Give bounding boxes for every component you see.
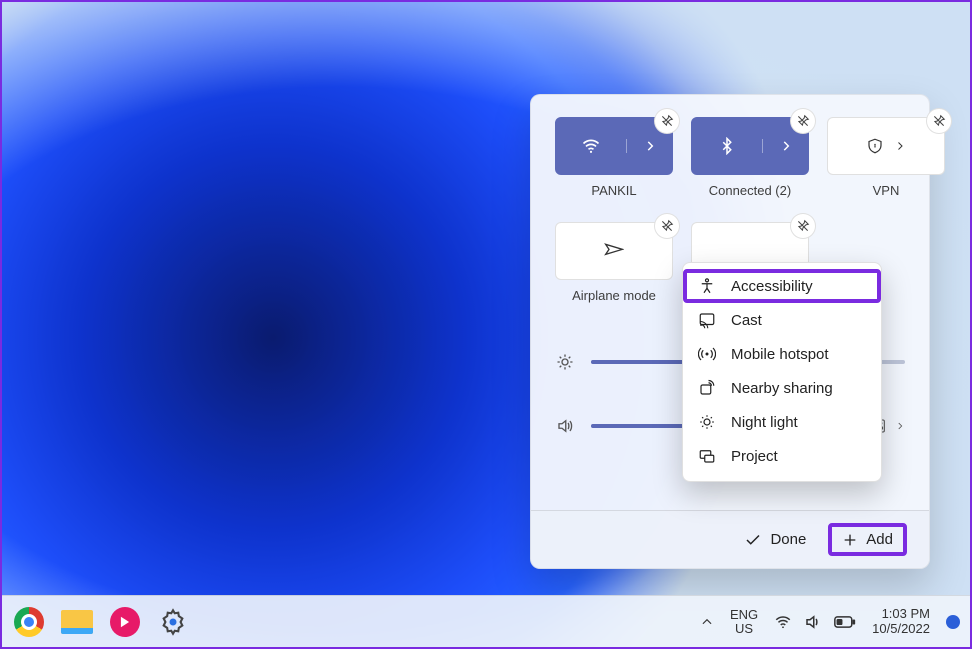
popup-item-night-light[interactable]: Night light <box>683 405 881 439</box>
airplane-icon <box>604 241 624 261</box>
brightness-icon <box>555 353 575 371</box>
vpn-tile-wrap: VPN <box>827 117 945 198</box>
gear-icon <box>159 608 187 636</box>
taskbar-app-explorer[interactable] <box>60 605 94 639</box>
add-label: Add <box>866 531 893 548</box>
battery-tray-icon <box>834 615 856 629</box>
popup-item-nearby-sharing[interactable]: Nearby sharing <box>683 371 881 405</box>
airplane-label: Airplane mode <box>572 288 656 303</box>
nearby-icon <box>697 379 717 397</box>
hotspot-icon <box>697 345 717 363</box>
tile-row-1: PANKIL Connected (2) <box>555 117 905 198</box>
unpin-icon[interactable] <box>654 213 680 239</box>
taskbar-app-settings[interactable] <box>156 605 190 639</box>
popup-item-label: Cast <box>731 312 762 329</box>
popup-item-label: Project <box>731 448 778 465</box>
done-label: Done <box>770 531 806 548</box>
vpn-tile[interactable] <box>827 117 945 175</box>
wifi-tray-icon <box>774 613 792 631</box>
lang-bottom: US <box>730 622 758 636</box>
unpin-icon[interactable] <box>926 108 952 134</box>
chrome-icon <box>14 607 44 637</box>
add-popup: Accessibility Cast Mobile hotspot Nearby… <box>682 262 882 482</box>
volume-tray-icon <box>804 613 822 631</box>
wifi-expand[interactable] <box>626 139 672 153</box>
done-button[interactable]: Done <box>736 525 814 555</box>
bluetooth-label: Connected (2) <box>709 183 791 198</box>
language-indicator[interactable]: ENG US <box>730 608 758 635</box>
wifi-icon[interactable] <box>556 136 626 156</box>
airplane-tile[interactable] <box>555 222 673 280</box>
cast-icon <box>697 311 717 329</box>
bluetooth-expand[interactable] <box>762 139 808 153</box>
accessibility-icon <box>697 277 717 295</box>
popup-item-accessibility[interactable]: Accessibility <box>683 269 881 303</box>
wifi-label: PANKIL <box>591 183 636 198</box>
bluetooth-tile[interactable] <box>691 117 809 175</box>
clock[interactable]: 1:03 PM 10/5/2022 <box>872 607 930 637</box>
volume-icon <box>555 417 575 435</box>
unpin-icon[interactable] <box>790 213 816 239</box>
lang-top: ENG <box>730 608 758 622</box>
unpin-icon[interactable] <box>790 108 816 134</box>
airplane-tile-wrap: Airplane mode <box>555 222 673 303</box>
popup-item-label: Nearby sharing <box>731 380 833 397</box>
taskbar: ENG US 1:03 PM 10/5/2022 <box>2 595 970 647</box>
date: 10/5/2022 <box>872 622 930 637</box>
popup-item-cast[interactable]: Cast <box>683 303 881 337</box>
add-button[interactable]: Add <box>828 523 907 556</box>
wifi-tile[interactable] <box>555 117 673 175</box>
system-tray[interactable] <box>774 613 856 631</box>
night-light-icon <box>697 413 717 431</box>
taskbar-app-chrome[interactable] <box>12 605 46 639</box>
taskbar-right: ENG US 1:03 PM 10/5/2022 <box>700 607 960 637</box>
vpn-label: VPN <box>873 183 900 198</box>
popup-item-mobile-hotspot[interactable]: Mobile hotspot <box>683 337 881 371</box>
taskbar-app-pink[interactable] <box>108 605 142 639</box>
popup-item-label: Night light <box>731 414 798 431</box>
tray-overflow-button[interactable] <box>700 615 714 629</box>
unpin-icon[interactable] <box>654 108 680 134</box>
panel-footer: Done Add <box>531 510 929 568</box>
bluetooth-icon[interactable] <box>692 137 762 155</box>
chevron-right-icon <box>894 140 906 152</box>
popup-item-label: Mobile hotspot <box>731 346 829 363</box>
shield-icon <box>866 137 884 155</box>
popup-item-project[interactable]: Project <box>683 439 881 473</box>
popup-item-label: Accessibility <box>731 278 813 295</box>
app-icon <box>110 607 140 637</box>
folder-icon <box>61 610 93 634</box>
wifi-tile-wrap: PANKIL <box>555 117 673 198</box>
project-icon <box>697 447 717 465</box>
time: 1:03 PM <box>872 607 930 622</box>
notification-badge[interactable] <box>946 615 960 629</box>
bluetooth-tile-wrap: Connected (2) <box>691 117 809 198</box>
